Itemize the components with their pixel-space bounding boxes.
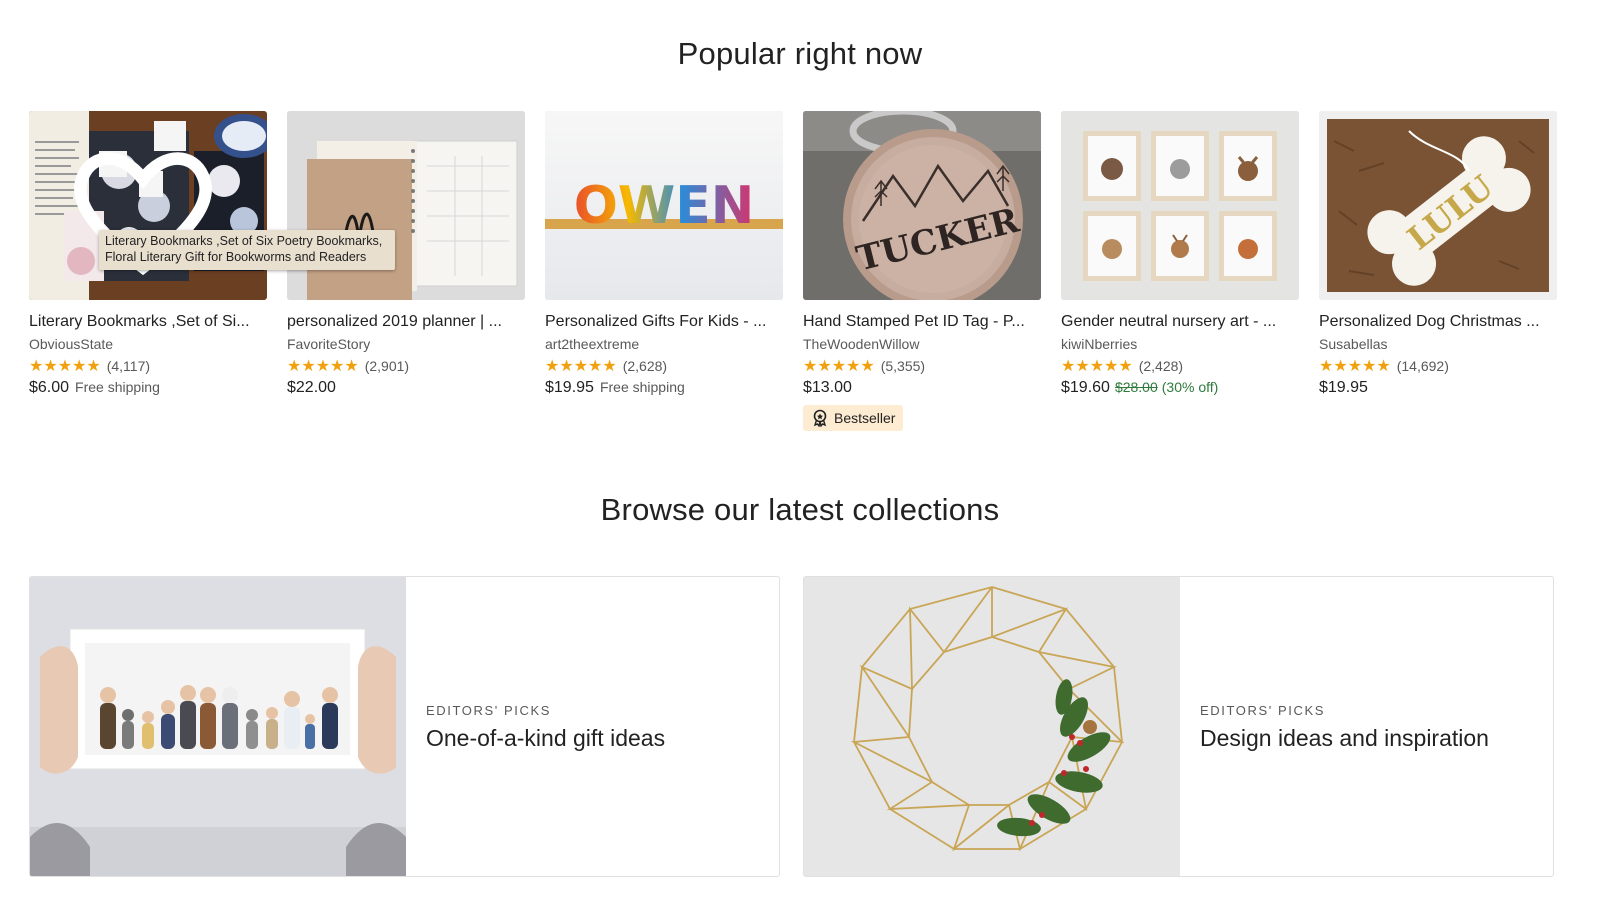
geometric-wreath-photo bbox=[804, 577, 1180, 876]
product-rating: ★★★★★ (5,355) bbox=[803, 357, 1041, 375]
price: $19.95 bbox=[1319, 379, 1368, 396]
review-count: (14,692) bbox=[1396, 358, 1449, 374]
review-count: (5,355) bbox=[880, 358, 926, 374]
product-rating: ★★★★★ (2,901) bbox=[287, 357, 525, 375]
owen-text: OWEN bbox=[574, 176, 755, 236]
product-title[interactable]: Literary Bookmarks ,Set of Si... bbox=[29, 312, 267, 332]
product-image-nursery-art[interactable] bbox=[1061, 111, 1299, 300]
free-shipping-label: Free shipping bbox=[75, 379, 160, 395]
collection-card-design-ideas[interactable]: EDITORS' PICKS Design ideas and inspirat… bbox=[803, 576, 1554, 877]
product-card-dog-ornament[interactable]: LULU Personalized Dog Christmas ... Susa… bbox=[1319, 111, 1557, 399]
price-row: $19.95 bbox=[1319, 379, 1557, 399]
price: $22.00 bbox=[287, 379, 336, 396]
product-rating: ★★★★★ (2,628) bbox=[545, 357, 783, 375]
product-title[interactable]: Gender neutral nursery art - ... bbox=[1061, 312, 1299, 332]
nursery-art-photo bbox=[1061, 111, 1299, 300]
collection-image-wreath bbox=[804, 577, 1180, 876]
collection-title[interactable]: One-of-a-kind gift ideas bbox=[426, 725, 665, 752]
discount-label: (30% off) bbox=[1161, 379, 1219, 395]
price-row: $19.60 $28.00 (30% off) bbox=[1061, 379, 1299, 399]
dog-bone-ornament-photo: LULU bbox=[1319, 111, 1557, 300]
price: $13.00 bbox=[803, 379, 852, 396]
collection-image-peg-dolls bbox=[30, 577, 406, 876]
star-rating-icon: ★★★★★ bbox=[803, 358, 875, 375]
collection-title[interactable]: Design ideas and inspiration bbox=[1200, 725, 1489, 752]
award-icon bbox=[813, 409, 827, 427]
product-title[interactable]: personalized 2019 planner | ... bbox=[287, 312, 525, 332]
bestseller-label: Bestseller bbox=[834, 410, 896, 426]
price-row: $19.95 Free shipping bbox=[545, 379, 783, 399]
shop-name: kiwiNberries bbox=[1061, 336, 1138, 352]
bestseller-badge: Bestseller bbox=[803, 405, 904, 431]
shop-name: ObviousState bbox=[29, 336, 114, 352]
collection-kicker: EDITORS' PICKS bbox=[1200, 703, 1326, 718]
product-card-nursery-art[interactable]: Gender neutral nursery art - ... kiwiNbe… bbox=[1061, 111, 1299, 399]
product-rating: ★★★★★ (2,428) bbox=[1061, 357, 1299, 375]
star-rating-icon: ★★★★★ bbox=[287, 358, 359, 375]
shop-name: TheWoodenWillow bbox=[803, 336, 920, 352]
popular-section-title: Popular right now bbox=[677, 36, 923, 71]
collections-row: EDITORS' PICKS One-of-a-kind gift ideas bbox=[29, 576, 1557, 877]
original-price: $28.00 bbox=[1114, 379, 1158, 395]
product-image-bookmarks[interactable] bbox=[29, 111, 267, 300]
owen-letters-photo: OWEN bbox=[545, 111, 783, 300]
product-rating: ★★★★★ (14,692) bbox=[1319, 357, 1557, 375]
product-card-pet-tag[interactable]: TUCKER Hand Stamped Pet ID Tag - P... Th… bbox=[803, 111, 1041, 432]
product-image-dog-ornament[interactable]: LULU bbox=[1319, 111, 1557, 300]
product-title[interactable]: Hand Stamped Pet ID Tag - P... bbox=[803, 312, 1041, 332]
sale-price: $19.60 bbox=[1061, 379, 1110, 396]
product-rating: ★★★★★ (4,117) bbox=[29, 357, 267, 375]
star-rating-icon: ★★★★★ bbox=[1061, 358, 1133, 375]
shop-name: Susabellas bbox=[1319, 336, 1388, 352]
product-image-owen[interactable]: OWEN bbox=[545, 111, 783, 300]
price: $6.00 bbox=[29, 379, 70, 396]
star-rating-icon: ★★★★★ bbox=[29, 358, 101, 375]
pet-tag-photo: TUCKER bbox=[803, 111, 1041, 300]
planner-photo bbox=[287, 111, 525, 300]
price-row: $6.00 Free shipping bbox=[29, 379, 267, 399]
product-image-pet-tag[interactable]: TUCKER bbox=[803, 111, 1041, 300]
review-count: (2,901) bbox=[364, 358, 410, 374]
free-shipping-label: Free shipping bbox=[599, 379, 685, 395]
popular-products-row: Literary Bookmarks ,Set of Si... Obvious… bbox=[29, 111, 1557, 441]
star-rating-icon: ★★★★★ bbox=[545, 358, 617, 375]
shop-name: FavoriteStory bbox=[287, 336, 371, 352]
shop-name: art2theextreme bbox=[545, 336, 640, 352]
review-count: (2,428) bbox=[1138, 358, 1184, 374]
price: $19.95 bbox=[545, 379, 594, 396]
product-card-kids-gifts[interactable]: OWEN Personalized Gifts For Kids - ... a… bbox=[545, 111, 783, 399]
collection-card-gift-ideas[interactable]: EDITORS' PICKS One-of-a-kind gift ideas bbox=[29, 576, 780, 877]
browse-section-title: Browse our latest collections bbox=[600, 492, 1000, 527]
product-image-planner[interactable] bbox=[287, 111, 525, 300]
review-count: (2,628) bbox=[622, 358, 668, 374]
star-rating-icon: ★★★★★ bbox=[1319, 358, 1391, 375]
price-row: $22.00 bbox=[287, 379, 525, 399]
price-row: $13.00 bbox=[803, 379, 1041, 399]
product-title[interactable]: Personalized Gifts For Kids - ... bbox=[545, 312, 783, 332]
collection-kicker: EDITORS' PICKS bbox=[426, 703, 552, 718]
product-title-tooltip: Literary Bookmarks ,Set of Six Poetry Bo… bbox=[99, 230, 395, 270]
product-title[interactable]: Personalized Dog Christmas ... bbox=[1319, 312, 1557, 332]
peg-dolls-photo bbox=[30, 577, 406, 876]
review-count: (4,117) bbox=[106, 358, 151, 374]
heart-icon[interactable] bbox=[29, 116, 262, 300]
